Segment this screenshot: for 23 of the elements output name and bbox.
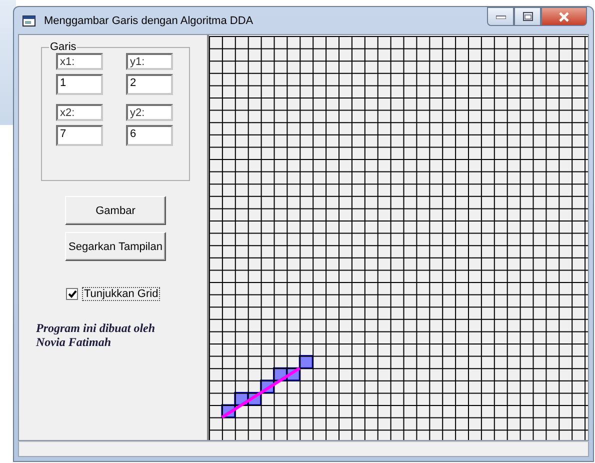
input-field[interactable]: 7 bbox=[56, 125, 103, 146]
label-field[interactable]: y1: bbox=[126, 53, 173, 70]
credit-text: Novia Fatimah bbox=[36, 335, 112, 349]
window-title: Menggambar Garis dengan Algoritma DDA bbox=[44, 14, 254, 26]
maximize-icon bbox=[522, 12, 532, 21]
checkbox-label[interactable]: Tunjukkan Grid bbox=[82, 287, 160, 301]
checkbox[interactable] bbox=[66, 288, 78, 300]
minimize-button[interactable] bbox=[487, 7, 514, 26]
label-field[interactable]: x2: bbox=[56, 104, 103, 121]
push-button[interactable]: Gambar bbox=[65, 196, 166, 225]
input-field[interactable]: 6 bbox=[126, 125, 173, 146]
label-field[interactable]: x1: bbox=[56, 53, 103, 70]
label-field[interactable]: y2: bbox=[126, 104, 173, 121]
window-icon bbox=[22, 14, 36, 26]
group-title: Garis bbox=[49, 41, 78, 53]
close-icon bbox=[558, 12, 570, 22]
close-button[interactable] bbox=[541, 7, 587, 26]
credit-text: Program ini dibuat oleh bbox=[36, 321, 156, 335]
maximize-button[interactable] bbox=[514, 7, 541, 26]
input-field[interactable]: 2 bbox=[126, 74, 173, 95]
input-field[interactable]: 1 bbox=[56, 74, 103, 95]
push-button[interactable]: Segarkan Tampilan bbox=[65, 232, 166, 261]
minimize-icon bbox=[496, 14, 506, 18]
